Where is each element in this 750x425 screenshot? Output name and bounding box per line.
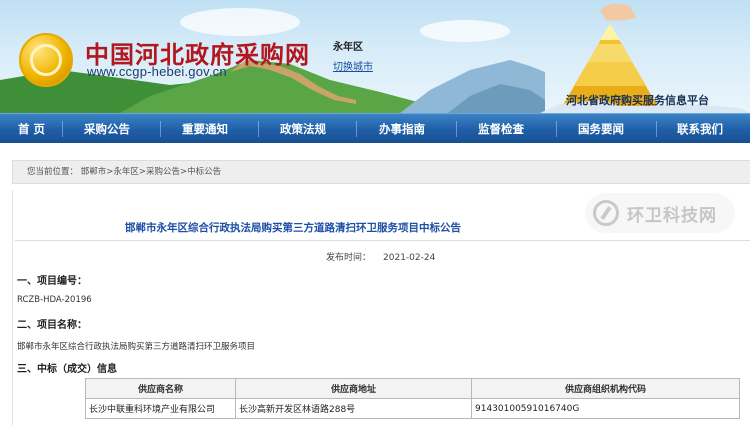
breadcrumb: 您当前位置： 邯郸市>永年区>采购公告>中标公告	[27, 161, 221, 183]
project-number-value: RCZB-HDA-20196	[17, 295, 92, 305]
region-label: 永年区	[333, 42, 363, 53]
nav-item-procurement-notices[interactable]: 采购公告	[84, 114, 130, 144]
breadcrumb-prefix: 您当前位置：	[27, 167, 79, 177]
site-banner: 中国河北政府采购网 www.ccgp-hebei.gov.cn 永年区 切换城市…	[0, 0, 750, 113]
section-heading-project-number: 一、项目编号：	[17, 276, 87, 287]
nav-separator	[160, 121, 161, 137]
column-header-org-code: 供应商组织机构代码	[471, 378, 740, 399]
column-header-supplier-address: 供应商地址	[235, 378, 472, 399]
wrench-icon	[593, 200, 619, 226]
government-emblem-logo[interactable]	[19, 33, 73, 87]
breadcrumb-link-yongnian[interactable]: 永年区	[113, 167, 139, 177]
table-header-row: 供应商名称 供应商地址 供应商组织机构代码	[85, 378, 740, 399]
supplier-table: 供应商名称 供应商地址 供应商组织机构代码 长沙中联重科环境产业有限公司 长沙高…	[85, 378, 740, 419]
nav-item-guide[interactable]: 办事指南	[379, 114, 425, 144]
publish-label: 发布时间：	[326, 253, 372, 263]
cell-supplier-name: 长沙中联重科环境产业有限公司	[85, 398, 236, 419]
nav-separator	[356, 121, 357, 137]
nav-separator	[556, 121, 557, 137]
breadcrumb-current: 中标公告	[187, 167, 222, 177]
switch-city-link[interactable]: 切换城市	[333, 58, 373, 73]
nav-separator	[62, 121, 63, 137]
cell-org-code: 91430100591016740G	[471, 398, 740, 419]
watermark-text: 环卫科技网	[627, 205, 717, 226]
nav-item-policies[interactable]: 政策法规	[280, 114, 326, 144]
publish-date-value: 2021-02-24	[383, 253, 436, 263]
nav-item-state-news[interactable]: 国务要闻	[578, 114, 624, 144]
cell-supplier-address: 长沙高新开发区林语路288号	[235, 398, 472, 419]
section-heading-award-info: 三、中标（成交）信息	[17, 364, 117, 375]
column-header-supplier-name: 供应商名称	[85, 378, 236, 399]
breadcrumb-separator: >	[138, 167, 146, 177]
breadcrumb-link-handan[interactable]: 邯郸市	[81, 167, 107, 177]
nav-separator	[656, 121, 657, 137]
section-heading-project-name: 二、项目名称：	[17, 320, 87, 331]
nav-item-important-notices[interactable]: 重要通知	[182, 114, 228, 144]
article-title: 邯郸市永年区综合行政执法局购买第三方道路清扫环卫服务项目中标公告	[125, 222, 461, 234]
platform-name: 河北省政府购买服务信息平台	[566, 94, 709, 107]
project-name-value: 邯郸市永年区综合行政执法局购买第三方道路清扫环卫服务项目	[17, 342, 256, 352]
watermark: 环卫科技网	[585, 193, 735, 233]
table-row: 长沙中联重科环境产业有限公司 长沙高新开发区林语路288号 9143010059…	[85, 398, 740, 419]
breadcrumb-link-procurement[interactable]: 采购公告	[146, 167, 180, 177]
nav-separator	[258, 121, 259, 137]
nav-item-home[interactable]: 首 页	[18, 114, 45, 144]
main-nav: 首 页 采购公告 重要通知 政策法规 办事指南 监督检查 国务要闻 联系我们	[0, 113, 750, 143]
nav-item-supervision[interactable]: 监督检查	[478, 114, 524, 144]
hand-illustration	[600, 3, 636, 21]
title-divider	[15, 240, 750, 241]
publish-date: 发布时间： 2021-02-24	[326, 250, 435, 263]
site-url: www.ccgp-hebei.gov.cn	[87, 64, 227, 79]
nav-item-contact[interactable]: 联系我们	[677, 114, 723, 144]
nav-separator	[456, 121, 457, 137]
breadcrumb-bar: 您当前位置： 邯郸市>永年区>采购公告>中标公告	[12, 160, 750, 184]
